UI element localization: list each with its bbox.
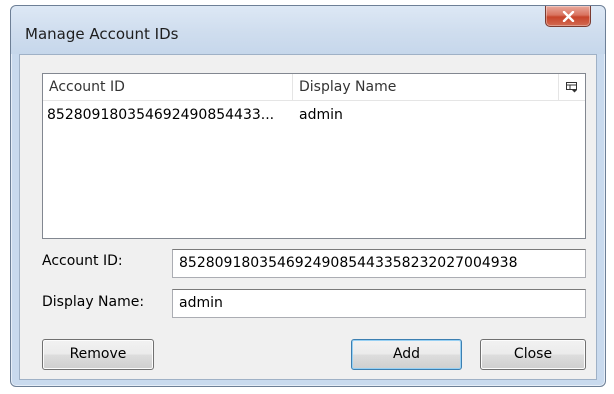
cell-display-name: admin: [299, 107, 343, 123]
close-icon: [562, 11, 575, 22]
list-item[interactable]: 852809180354692490854433... admin: [43, 104, 585, 126]
column-chooser-icon: [566, 82, 577, 93]
column-header-display-name[interactable]: Display Name: [293, 74, 559, 100]
title-bar[interactable]: Manage Account IDs: [11, 6, 605, 54]
display-name-field[interactable]: admin: [172, 289, 586, 318]
window-close-button[interactable]: [545, 6, 591, 27]
dialog-title: Manage Account IDs: [25, 25, 179, 43]
dialog-client-area: Account ID Display Name 8528091803546924…: [19, 54, 597, 380]
account-list[interactable]: Account ID Display Name 8528091803546924…: [42, 73, 586, 239]
account-id-label: Account ID:: [42, 253, 123, 269]
column-header-account-id[interactable]: Account ID: [43, 74, 293, 100]
column-chooser-button[interactable]: [559, 74, 585, 100]
list-header: Account ID Display Name: [43, 74, 585, 101]
add-button[interactable]: Add: [351, 339, 462, 370]
close-button[interactable]: Close: [480, 339, 586, 370]
account-id-field[interactable]: 85280918035469249085443358232027004938: [172, 249, 586, 278]
remove-button[interactable]: Remove: [42, 339, 154, 370]
manage-account-ids-dialog: Manage Account IDs Account ID Display Na…: [10, 5, 606, 387]
display-name-label: Display Name:: [42, 294, 145, 310]
cell-account-id: 852809180354692490854433...: [47, 107, 275, 123]
